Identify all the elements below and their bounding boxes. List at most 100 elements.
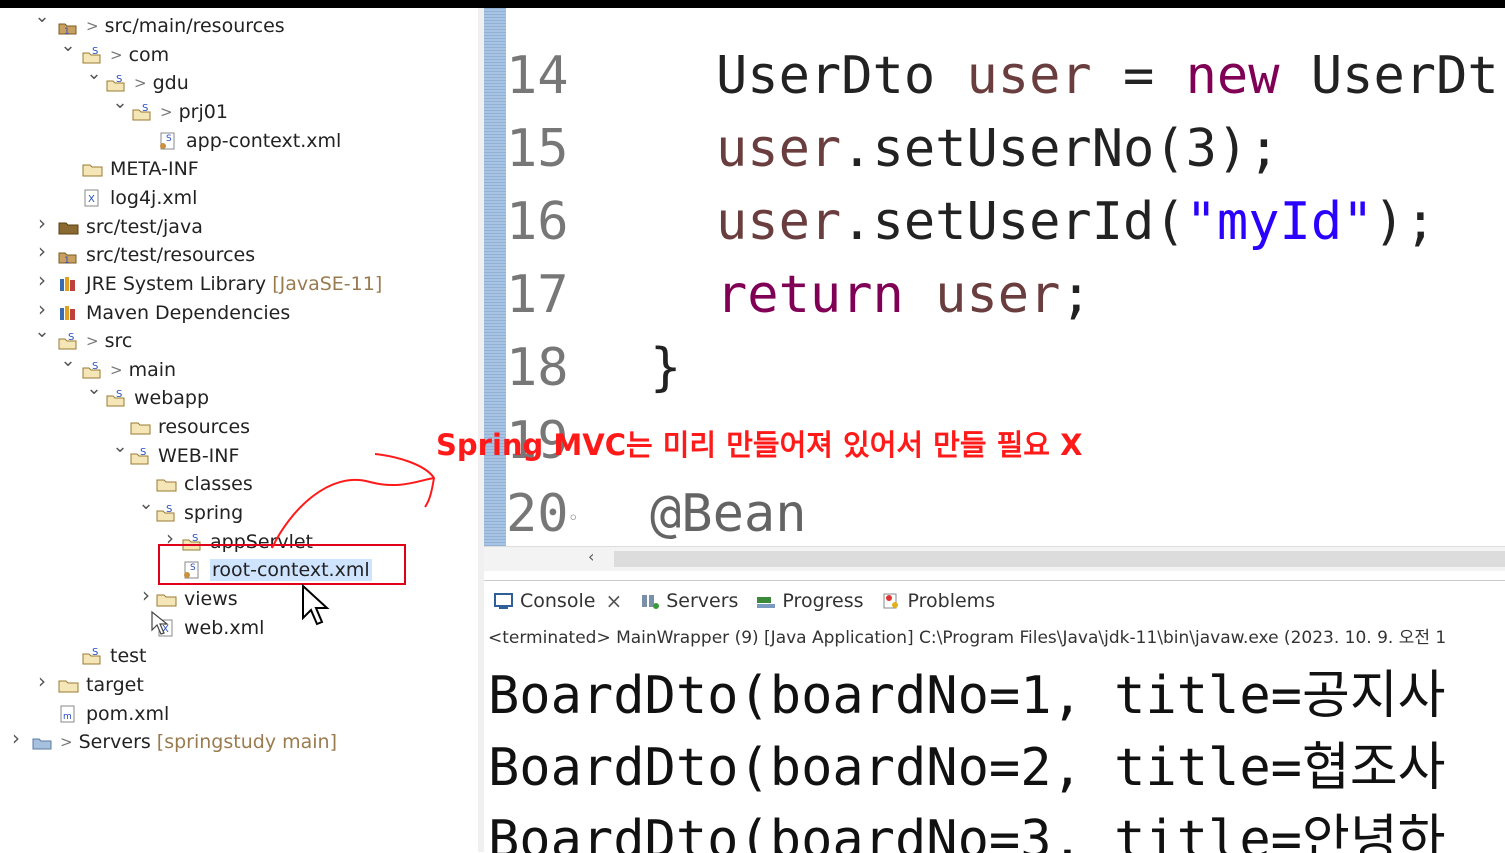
line-number: 17 bbox=[506, 265, 569, 325]
tree-item[interactable]: Sapp-context.xml bbox=[0, 127, 478, 155]
tab-console[interactable]: Console × bbox=[494, 589, 622, 613]
line-number: 16 bbox=[506, 192, 569, 252]
terminated-status: <terminated> MainWrapper (9) [Java Appli… bbox=[488, 628, 1447, 648]
tree-item-label: gdu bbox=[152, 72, 189, 95]
mouse-cursor-icon bbox=[302, 584, 330, 626]
code-token: UserDto bbox=[716, 46, 967, 106]
code-token: ); bbox=[1373, 192, 1437, 252]
code-token: "myId" bbox=[1185, 192, 1374, 252]
chevron-right-icon[interactable]: › bbox=[33, 297, 51, 321]
tree-item-label: target bbox=[86, 673, 144, 696]
tab-servers[interactable]: Servers bbox=[640, 590, 738, 612]
chevron-down-icon[interactable]: ⌄ bbox=[59, 350, 77, 371]
svg-text:X: X bbox=[88, 194, 95, 205]
tree-item[interactable]: › views bbox=[0, 583, 478, 613]
chevron-down-icon[interactable]: ⌄ bbox=[111, 92, 129, 113]
svg-text:S: S bbox=[116, 389, 122, 400]
ghost-cursor-icon bbox=[151, 610, 169, 635]
tree-item[interactable]: META-INF bbox=[0, 155, 478, 183]
tree-item[interactable]: › 1 src/test/resources bbox=[0, 239, 478, 269]
code-token: user bbox=[935, 265, 1061, 325]
pkg-icon: S bbox=[106, 73, 128, 93]
tree-item-prefix: > bbox=[86, 17, 99, 35]
tree-item-label: app-context.xml bbox=[186, 129, 342, 152]
chevron-down-icon[interactable]: ⌄ bbox=[111, 436, 129, 457]
chevron-right-icon[interactable]: › bbox=[33, 211, 51, 235]
chevron-down-icon[interactable]: ⌄ bbox=[33, 321, 51, 342]
folder-icon bbox=[82, 159, 104, 179]
tree-item-label: log4j.xml bbox=[110, 186, 198, 209]
servers-icon bbox=[640, 592, 660, 610]
tree-item-label: com bbox=[128, 43, 170, 66]
code-token: .setUserId( bbox=[841, 192, 1186, 252]
chevron-down-icon[interactable]: ⌄ bbox=[137, 493, 155, 514]
svg-text:S: S bbox=[68, 332, 74, 343]
tab-problems[interactable]: Problems bbox=[882, 590, 995, 612]
tree-item-label: spring bbox=[184, 502, 244, 525]
tree-item-prefix: > bbox=[110, 360, 123, 379]
code-token: = bbox=[1091, 46, 1186, 106]
fold-marker-icon[interactable]: ◦ bbox=[568, 508, 579, 529]
tree-item[interactable]: › src/test/java bbox=[0, 211, 478, 241]
tree-item-label: resources bbox=[158, 416, 251, 439]
chevron-right-icon[interactable]: › bbox=[137, 583, 155, 607]
folder-icon bbox=[156, 589, 178, 609]
window-top-edge bbox=[0, 0, 1505, 8]
pkg-icon: S bbox=[132, 102, 154, 122]
chevron-down-icon[interactable]: ⌄ bbox=[33, 8, 51, 27]
pkg-icon: S bbox=[82, 646, 104, 666]
console-panel: Console × Servers Progress Problems <ter… bbox=[484, 580, 1505, 853]
tree-item-label: main bbox=[128, 358, 177, 381]
tree-item-label: web.xml bbox=[184, 616, 265, 639]
code-token: .setUserNo(3); bbox=[841, 119, 1280, 179]
pom-icon: m bbox=[58, 704, 80, 724]
tree-item[interactable]: › > Servers [springstudy main] bbox=[0, 726, 478, 756]
code-line: user.setUserNo(3); bbox=[716, 119, 1280, 179]
code-token: return bbox=[716, 265, 904, 325]
editor-horizontal-scrollbar[interactable]: ‹ bbox=[484, 546, 1505, 571]
line-number: 15 bbox=[506, 119, 569, 179]
close-icon[interactable]: × bbox=[605, 589, 622, 613]
tree-item[interactable]: resources bbox=[0, 413, 478, 441]
line-number: 20 bbox=[506, 484, 569, 544]
scrollbar-thumb[interactable] bbox=[614, 551, 1505, 567]
chevron-down-icon[interactable]: ⌄ bbox=[85, 63, 103, 84]
line-number: 14 bbox=[506, 46, 569, 106]
chevron-right-icon[interactable]: › bbox=[33, 268, 51, 292]
code-token: new bbox=[1185, 46, 1280, 106]
code-editor[interactable]: 14 UserDto user = new UserDt 15 user.setUse… bbox=[484, 8, 1505, 546]
tree-item[interactable]: › Maven Dependencies bbox=[0, 297, 478, 327]
svg-text:S: S bbox=[192, 533, 198, 544]
scroll-left-icon[interactable]: ‹ bbox=[588, 547, 594, 566]
tree-item[interactable]: ⌄ S > com bbox=[0, 35, 478, 69]
tab-progress[interactable]: Progress bbox=[756, 590, 864, 612]
tree-item[interactable]: ⌄ S > prj01 bbox=[0, 92, 478, 126]
pkg-icon: S bbox=[82, 45, 104, 65]
chevron-right-icon[interactable]: › bbox=[7, 726, 25, 750]
tree-item[interactable]: › target bbox=[0, 669, 478, 699]
tree-item[interactable]: Xweb.xml bbox=[0, 614, 478, 642]
code-line: return user; bbox=[716, 265, 1092, 325]
chevron-right-icon[interactable]: › bbox=[33, 669, 51, 693]
tree-item-label: views bbox=[184, 588, 238, 610]
tree-item[interactable]: m pom.xml bbox=[0, 700, 478, 728]
tree-item-suffix: [JavaSE-11] bbox=[272, 272, 383, 295]
tree-item[interactable]: Stest bbox=[0, 642, 478, 670]
lib-icon bbox=[58, 303, 80, 323]
console-icon bbox=[494, 592, 514, 610]
tree-item[interactable]: › JRE System Library [JavaSE-11] bbox=[0, 268, 478, 298]
tree-item[interactable]: ⌄ Swebapp bbox=[0, 378, 478, 412]
chevron-right-icon[interactable]: › bbox=[33, 239, 51, 263]
project-explorer: ⌄ 1 > src/main/resources ⌄ S > com ⌄ S > gdu ⌄ S > prj0… bbox=[0, 8, 478, 852]
tree-item-prefix: > bbox=[134, 74, 147, 93]
console-tabs: Console × Servers Progress Problems bbox=[484, 581, 1505, 621]
folder-icon bbox=[58, 675, 80, 695]
tree-item-label: META-INF bbox=[110, 158, 199, 181]
tree-item-label: pom.xml bbox=[86, 702, 170, 725]
tree-item[interactable]: Xlog4j.xml bbox=[0, 184, 478, 212]
chevron-down-icon[interactable]: ⌄ bbox=[59, 35, 77, 56]
tree-item[interactable]: ⌄ S > main bbox=[0, 350, 478, 384]
tree-item[interactable]: ⌄ S > gdu bbox=[0, 63, 478, 97]
chevron-down-icon[interactable]: ⌄ bbox=[85, 378, 103, 399]
tree-item-label: WEB-INF bbox=[158, 444, 240, 467]
